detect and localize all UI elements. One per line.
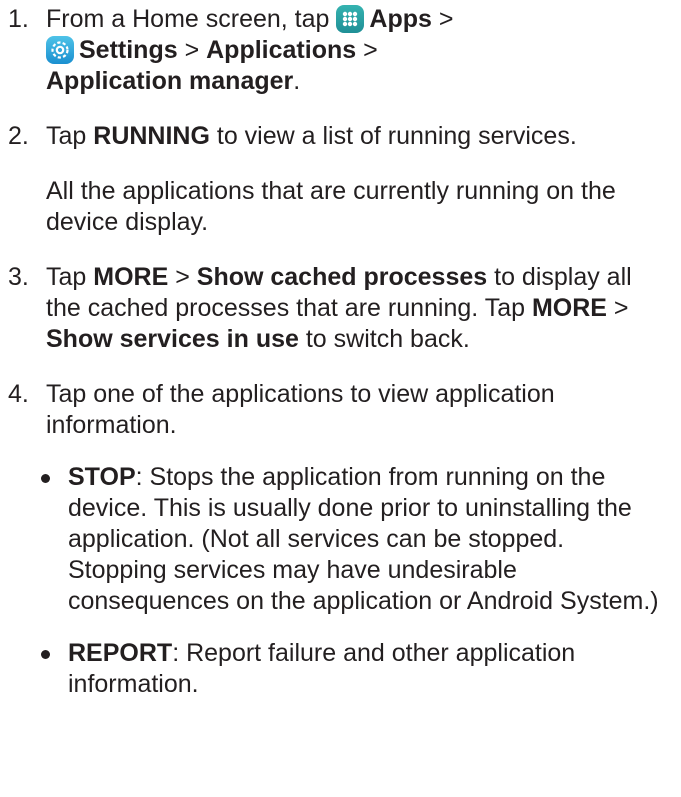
- stop-term: STOP: [68, 463, 136, 491]
- running-label: RUNNING: [93, 122, 210, 150]
- bullet-dot: [41, 650, 50, 659]
- step-text-segment: .: [293, 67, 301, 95]
- step-text-segment: Tap: [46, 263, 94, 291]
- report-term: REPORT: [68, 639, 173, 667]
- step-text: Tap MORE > Show cached processes to disp…: [46, 262, 667, 355]
- step-text: Tap one of the applications to view appl…: [46, 380, 555, 439]
- step-text: From a Home screen, tap Apps > Settings …: [46, 4, 667, 97]
- step-text-segment: to view a list of running services.: [209, 122, 577, 150]
- step-3: 3 Tap MORE > Show cached processes to di…: [8, 262, 667, 355]
- step-text-segment: >: [606, 294, 629, 322]
- step-2: 2 Tap RUNNING to view a list of running …: [8, 121, 667, 238]
- show-services-in-use-label: Show services in use: [46, 325, 299, 353]
- step-number: 1: [8, 4, 29, 35]
- step-number: 2: [8, 121, 29, 152]
- apps-label: Apps: [369, 5, 432, 33]
- step-4: 4 Tap one of the applications to view ap…: [8, 379, 667, 700]
- step-text-segment: >: [168, 263, 197, 291]
- bullet-item-report: REPORT: Report failure and other applica…: [8, 638, 667, 700]
- bullet-text: : Stops the application from running on …: [68, 463, 659, 615]
- step-text-segment: >: [431, 5, 454, 33]
- bullet-list: STOP: Stops the application from running…: [8, 462, 667, 700]
- step-text: Tap RUNNING to view a list of running se…: [46, 121, 667, 152]
- step-text-segment: >: [356, 36, 378, 64]
- applications-label: Applications: [206, 36, 357, 64]
- more-label: MORE: [531, 294, 607, 322]
- step-note: All the applications that are currently …: [46, 177, 616, 236]
- application-manager-label: Application manager: [46, 67, 294, 95]
- step-text-segment: From a Home screen, tap: [46, 5, 337, 33]
- show-cached-processes-label: Show cached processes: [196, 263, 488, 291]
- step-text-segment: to switch back.: [298, 325, 470, 353]
- step-text-segment: Tap: [46, 122, 94, 150]
- instructions-page: 1 From a Home screen, tap Apps > Setting…: [0, 0, 681, 797]
- bullet-item-stop: STOP: Stops the application from running…: [8, 462, 667, 617]
- step-number: 4: [8, 379, 29, 410]
- step-1: 1 From a Home screen, tap Apps > Setting…: [8, 4, 667, 97]
- settings-label: Settings: [79, 36, 178, 64]
- settings-gear-icon: [46, 36, 74, 64]
- apps-grid-icon: [336, 5, 365, 33]
- step-number: 3: [8, 262, 29, 293]
- step-text-segment: >: [177, 36, 207, 64]
- more-label: MORE: [93, 263, 169, 291]
- bullet-dot: [41, 474, 50, 483]
